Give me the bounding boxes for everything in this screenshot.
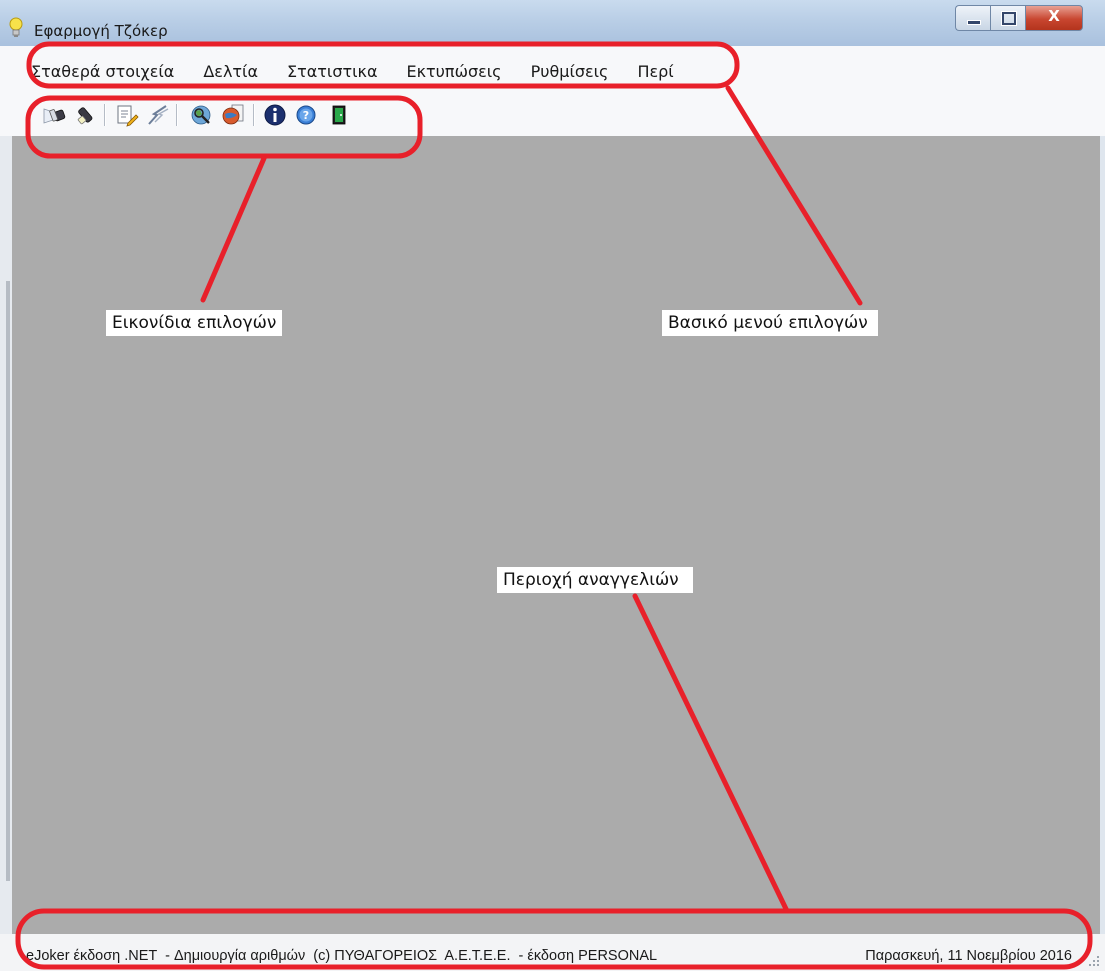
menu-bar: Σταθερά στοιχεία Δελτία Στατιστικα Εκτυπ… bbox=[0, 46, 1105, 99]
info-icon[interactable] bbox=[263, 103, 287, 127]
menu-item-fixed-data[interactable]: Σταθερά στοιχεία bbox=[31, 62, 174, 81]
close-icon: X bbox=[1048, 7, 1060, 25]
status-annotation-label: Περιοχή αναγγελιών bbox=[497, 567, 693, 593]
toolbar-separator bbox=[176, 104, 178, 126]
search-globe-icon[interactable] bbox=[189, 103, 213, 127]
toolbar: ? bbox=[0, 98, 1105, 136]
toolbar-annotation-label: Εικονίδια επιλογών bbox=[106, 310, 283, 336]
app-window: Εφαρμογή Τζόκερ X Σταθερά στοιχεία Δελτί… bbox=[0, 0, 1105, 971]
svg-text:?: ? bbox=[303, 109, 309, 122]
resize-grip-icon[interactable] bbox=[1087, 954, 1101, 968]
window-left-edge bbox=[0, 136, 12, 934]
close-button[interactable]: X bbox=[1025, 5, 1083, 31]
minimize-icon bbox=[967, 20, 981, 25]
mdi-client-area bbox=[12, 136, 1100, 934]
menu-item-prints[interactable]: Εκτυπώσεις bbox=[407, 62, 502, 81]
title-bar[interactable]: Εφαρμογή Τζόκερ X bbox=[0, 0, 1105, 46]
maximize-icon bbox=[1001, 11, 1017, 26]
lightbulb-icon bbox=[9, 17, 23, 37]
toolbar-separator bbox=[253, 104, 255, 126]
status-text: eJoker έκδοση .NET - Δημιουργία αριθμών … bbox=[26, 948, 658, 964]
menu-item-statistics[interactable]: Στατιστικα bbox=[287, 62, 378, 81]
status-date: Παρασκευή, 11 Νοεμβρίου 2016 bbox=[865, 948, 1072, 964]
minimize-button[interactable] bbox=[955, 5, 990, 31]
maximize-button[interactable] bbox=[990, 5, 1025, 31]
window-title: Εφαρμογή Τζόκερ bbox=[34, 22, 168, 40]
lightning-icon[interactable] bbox=[146, 103, 170, 127]
toolbar-separator bbox=[104, 104, 106, 126]
window-controls: X bbox=[955, 5, 1083, 31]
edit-document-icon[interactable] bbox=[115, 103, 139, 127]
exit-door-icon[interactable] bbox=[327, 103, 351, 127]
globe-document-icon[interactable] bbox=[221, 103, 245, 127]
menu-item-settings[interactable]: Ρυθμίσεις bbox=[531, 62, 609, 81]
status-bar: eJoker έκδοση .NET - Δημιουργία αριθμών … bbox=[0, 934, 1105, 971]
menu-item-about[interactable]: Περί bbox=[637, 62, 673, 81]
flashlight-beam-icon[interactable] bbox=[42, 103, 66, 127]
help-icon[interactable]: ? bbox=[294, 103, 318, 127]
flashlight-icon[interactable] bbox=[74, 103, 98, 127]
menu-item-tickets[interactable]: Δελτία bbox=[203, 62, 258, 81]
menu-annotation-label: Βασικό μενού επιλογών bbox=[662, 310, 878, 336]
